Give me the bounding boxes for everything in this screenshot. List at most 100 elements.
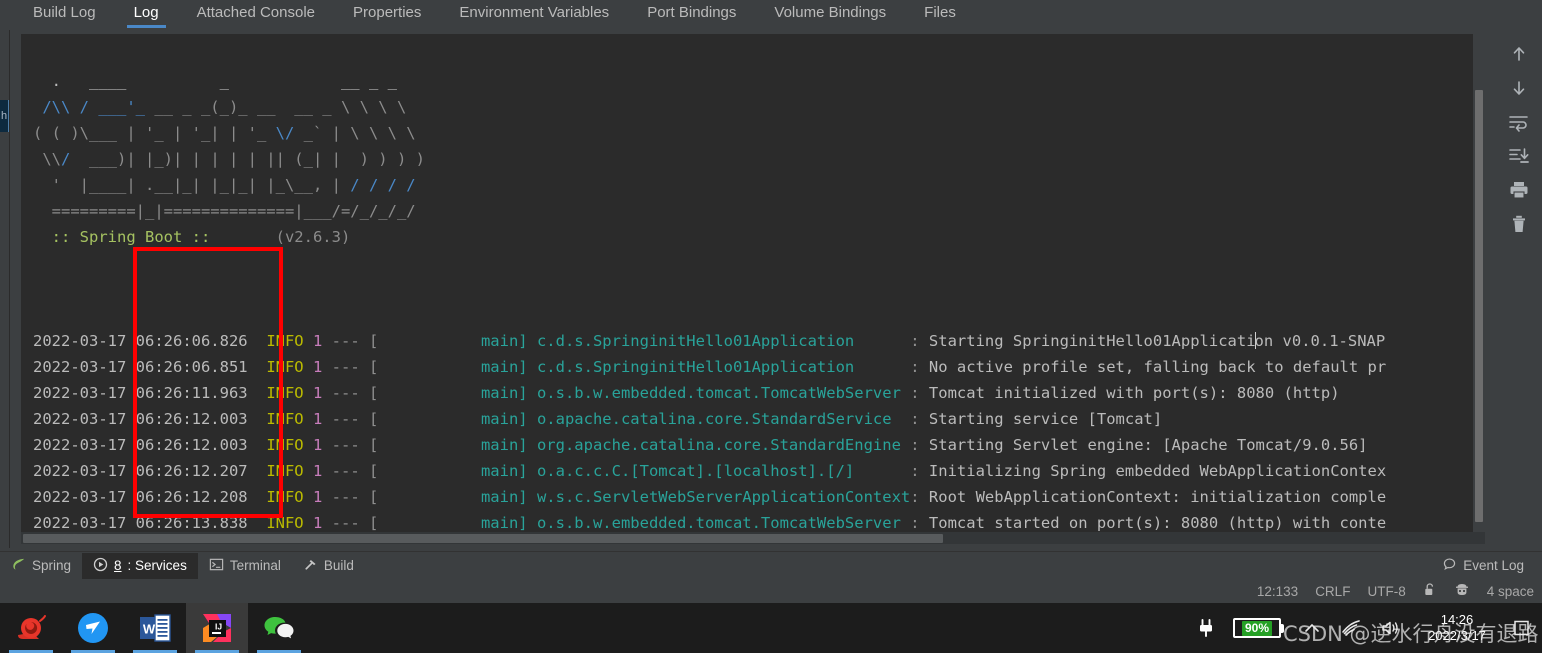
indent-setting[interactable]: 4 space [1487,584,1534,599]
hector-face-icon[interactable] [1454,582,1470,600]
log-colon: : [910,514,929,532]
console-vertical-scrollbar[interactable] [1473,34,1485,538]
intellij-idea-icon[interactable]: IJ [186,603,248,653]
tab-environment-variables[interactable]: Environment Variables [440,0,628,28]
log-thread: main] [378,332,527,350]
tool-window-label: Spring [32,558,71,573]
tool-window-terminal[interactable]: Terminal [198,553,292,579]
system-tray: 90% 14:26 2022/3/17 [1197,603,1542,653]
wifi-icon[interactable] [1340,619,1362,637]
terminal-icon [209,557,224,575]
log-time: 06:26:12.003 [136,410,267,428]
print-icon[interactable] [1505,178,1533,202]
log-date: 2022-03-17 [33,436,136,454]
log-separator: --- [ [332,436,379,454]
console-side-toolbar [1496,30,1542,548]
snail-app-icon[interactable] [0,603,62,653]
tab-label: Build Log [33,4,96,21]
log-date: 2022-03-17 [33,514,136,532]
tool-window-mnemonic: 8 [114,558,122,573]
banner-version: (v2.6.3) [210,228,350,246]
tab-log[interactable]: Log [115,0,178,28]
battery-indicator[interactable]: 90% [1233,618,1284,638]
log-line: 2022-03-17 06:26:12.003 INFO 1 --- [ mai… [33,432,1386,458]
console-horizontal-scrollbar-thumb[interactable] [23,534,943,543]
log-colon: : [910,462,929,480]
word-icon[interactable]: W [124,603,186,653]
log-thread: main] [378,462,527,480]
log-level: INFO [266,410,313,428]
log-date: 2022-03-17 [33,358,136,376]
log-line: 2022-03-17 06:26:11.963 INFO 1 --- [ mai… [33,380,1386,406]
dingtalk-icon[interactable] [62,603,124,653]
console-horizontal-scrollbar[interactable] [21,532,1485,544]
soft-wrap-icon[interactable] [1505,110,1533,134]
trash-icon[interactable] [1505,212,1533,236]
services-play-icon [93,557,108,575]
log-pid: 1 [313,384,332,402]
tab-attached-console[interactable]: Attached Console [178,0,334,28]
log-line-list: 2022-03-17 06:26:06.826 INFO 1 --- [ mai… [33,328,1386,538]
scroll-to-end-icon[interactable] [1505,144,1533,168]
log-time: 06:26:06.851 [136,358,267,376]
wechat-icon[interactable] [248,603,310,653]
console-container: . ____ _ __ _ _ /\\ / ___'_ __ _ _(_)_ _… [9,30,1542,548]
log-time: 06:26:06.826 [136,332,267,350]
log-date: 2022-03-17 [33,462,136,480]
log-message: Tomcat initialized with port(s): 8080 (h… [929,384,1340,402]
log-separator: --- [ [332,332,379,350]
log-pid: 1 [313,436,332,454]
log-line: 2022-03-17 06:26:12.207 INFO 1 --- [ mai… [33,458,1386,484]
log-colon: : [910,436,929,454]
arrow-up-icon[interactable] [1505,42,1533,66]
tab-label: Properties [353,4,421,21]
tab-port-bindings[interactable]: Port Bindings [628,0,755,28]
tool-window-label: Terminal [230,558,281,573]
log-separator: --- [ [332,462,379,480]
banner-line-1: . ____ _ __ _ _ [33,72,397,90]
log-text: . ____ _ __ _ _ /\\ / ___'_ __ _ _(_)_ _… [33,42,1386,538]
log-message: Starting service [Tomcat] [929,410,1162,428]
tab-files[interactable]: Files [905,0,975,28]
log-time: 06:26:13.838 [136,514,267,532]
tab-volume-bindings[interactable]: Volume Bindings [755,0,905,28]
line-separator[interactable]: CRLF [1315,584,1350,599]
event-log-button[interactable]: Event Log [1442,557,1542,575]
windows-taskbar: W IJ [0,603,1542,653]
tab-label: Volume Bindings [774,4,886,21]
log-time: 06:26:11.963 [136,384,267,402]
log-level: INFO [266,384,313,402]
log-message: No active profile set, falling back to d… [929,358,1386,376]
log-date: 2022-03-17 [33,332,136,350]
banner-line-4-b: ___)| |_)| | | | | || (_| | ) ) ) ) [70,150,425,168]
banner-line-2-rest: __ _ _(_)_ __ __ _ \ \ \ \ [145,98,406,116]
arrow-down-icon[interactable] [1505,76,1533,100]
tool-window-spring[interactable]: Spring [0,553,82,579]
banner-line-4-a: \\ [33,150,61,168]
banner-line-3-b: _` | \ \ \ \ [294,124,415,142]
power-plug-icon[interactable] [1197,618,1215,638]
log-colon: : [910,332,929,350]
banner-line-5-a: ' |____| .__|_| |_|_| |_\__, | [33,176,350,194]
tab-properties[interactable]: Properties [334,0,440,28]
left-edge-tool-stub[interactable]: h [0,100,9,132]
tab-label: Attached Console [197,4,315,21]
log-date: 2022-03-17 [33,488,136,506]
tool-window-build[interactable]: Build [292,553,365,579]
log-time: 06:26:12.207 [136,462,267,480]
tab-build-log[interactable]: Build Log [14,0,115,28]
hammer-icon [303,557,318,575]
system-clock[interactable]: 14:26 2022/3/17 [1420,612,1494,644]
file-encoding[interactable]: UTF-8 [1367,584,1405,599]
chevron-up-icon[interactable] [1302,620,1322,636]
log-date: 2022-03-17 [33,410,136,428]
notification-square-icon[interactable] [1512,619,1532,637]
speaker-icon[interactable] [1380,619,1402,637]
unlocked-padlock-icon[interactable] [1423,582,1437,600]
tool-window-services[interactable]: 8: Services [82,553,198,579]
log-console[interactable]: . ____ _ __ _ _ /\\ / ___'_ __ _ _(_)_ _… [21,34,1485,538]
caret-position[interactable]: 12:133 [1257,584,1298,599]
log-message: Initializing Spring embedded WebApplicat… [929,462,1386,480]
log-logger: o.s.b.w.embedded.tomcat.TomcatWebServer [528,514,911,532]
console-vertical-scrollbar-thumb[interactable] [1475,90,1483,522]
